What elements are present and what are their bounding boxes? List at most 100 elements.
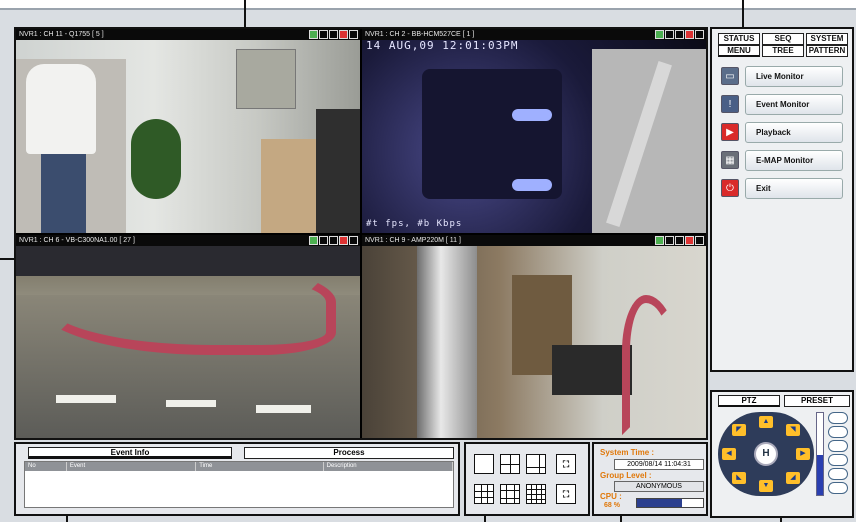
live-monitor-button[interactable]: Live Monitor xyxy=(745,65,843,87)
playback-button[interactable]: Playback xyxy=(745,121,843,143)
menu-item-live-monitor[interactable]: ▭ Live Monitor xyxy=(721,65,847,87)
tab-event-info[interactable]: Event Info xyxy=(28,447,232,459)
pan-down-button[interactable]: ▼ xyxy=(759,480,773,492)
layout-16-button[interactable] xyxy=(526,484,546,504)
cpu-percent-text: 68 % xyxy=(604,502,620,509)
control-panel: STATUS SEQ SYSTEM MENU TREE PATTERN ▭ Li… xyxy=(710,27,854,372)
pan-down-left-button[interactable]: ◣ xyxy=(732,472,746,484)
iris-close-icon[interactable] xyxy=(828,454,848,466)
record-icon[interactable] xyxy=(655,236,664,245)
system-time-value: 2009/08/14 11:04:31 xyxy=(614,459,704,470)
group-level-value: ANONYMOUS xyxy=(614,481,704,492)
exit-button[interactable]: Exit xyxy=(745,177,843,199)
tab-process[interactable]: Process xyxy=(244,447,454,459)
layout-12-button[interactable] xyxy=(500,484,520,504)
pan-left-button[interactable]: ◀ xyxy=(722,448,736,460)
maximize-icon[interactable] xyxy=(695,30,704,39)
focus-near-icon[interactable] xyxy=(828,412,848,424)
tab-preset[interactable]: PRESET xyxy=(784,395,850,407)
iris-open-icon[interactable] xyxy=(828,440,848,452)
monitor-icon: ▭ xyxy=(721,67,739,85)
focus-far-icon[interactable] xyxy=(828,426,848,438)
layout-1-button[interactable] xyxy=(474,454,494,474)
audio-icon[interactable] xyxy=(675,30,684,39)
emap-monitor-button[interactable]: E-MAP Monitor xyxy=(745,149,843,171)
pan-down-right-button[interactable]: ◢ xyxy=(786,472,800,484)
ptz-panel: PTZ PRESET ▲ ▼ ◀ ▶ ◤ ◥ ◣ ◢ H xyxy=(710,390,854,518)
pan-right-button[interactable]: ▶ xyxy=(796,448,810,460)
metal-pole xyxy=(417,246,477,438)
record-icon[interactable] xyxy=(309,30,318,39)
tab-pattern[interactable]: PATTERN xyxy=(806,45,848,57)
column-event: Event xyxy=(67,462,197,471)
record-icon[interactable] xyxy=(655,30,664,39)
maximize-icon[interactable] xyxy=(349,236,358,245)
cable xyxy=(622,295,682,435)
camera-view-2[interactable]: NVR1 : CH 2 - BB-HCM527CE [ 1 ] 14 AUG,0… xyxy=(362,29,706,233)
snapshot-icon[interactable] xyxy=(665,30,674,39)
led-light xyxy=(512,179,552,191)
camera-view-1[interactable]: NVR1 : CH 11 - Q1755 [ 5 ] xyxy=(16,29,360,233)
close-icon[interactable] xyxy=(339,236,348,245)
callout-line xyxy=(742,0,744,30)
cabinet xyxy=(261,139,316,233)
light-reflection xyxy=(56,395,116,403)
snapshot-icon[interactable] xyxy=(665,236,674,245)
tab-ptz[interactable]: PTZ xyxy=(718,395,780,407)
cpu-bar-fill xyxy=(637,499,682,507)
fullscreen-2-button[interactable]: ⛶ xyxy=(556,484,576,504)
tab-tree[interactable]: TREE xyxy=(762,45,804,57)
map-icon: ▦ xyxy=(721,151,739,169)
play-icon: ▶ xyxy=(721,123,739,141)
audio-icon[interactable] xyxy=(329,236,338,245)
event-table-header: No Event Time Description xyxy=(25,462,453,471)
audio-icon[interactable] xyxy=(329,30,338,39)
snapshot-icon[interactable] xyxy=(319,30,328,39)
zoom-slider[interactable] xyxy=(816,412,824,496)
desk xyxy=(552,345,632,395)
layout-6-button[interactable] xyxy=(526,454,546,474)
close-icon[interactable] xyxy=(339,30,348,39)
auto-focus-icon[interactable] xyxy=(828,468,848,480)
person-figure xyxy=(26,64,96,154)
record-icon[interactable] xyxy=(309,236,318,245)
menu-item-emap-monitor[interactable]: ▦ E-MAP Monitor xyxy=(721,149,847,171)
warning-icon: ! xyxy=(721,95,739,113)
camera-controls xyxy=(655,30,704,39)
light-reflection xyxy=(166,400,216,407)
close-icon[interactable] xyxy=(685,30,694,39)
maximize-icon[interactable] xyxy=(349,30,358,39)
wall-box xyxy=(236,49,296,109)
pan-up-right-button[interactable]: ◥ xyxy=(786,424,800,436)
ptz-home-button[interactable]: H xyxy=(754,442,778,466)
osd-bitrate: #t fps, #b Kbps xyxy=(366,219,463,229)
pan-up-left-button[interactable]: ◤ xyxy=(732,424,746,436)
tab-menu[interactable]: MENU xyxy=(718,45,760,57)
camera-view-4[interactable]: NVR1 : CH 9 - AMP220M [ 11 ] xyxy=(362,235,706,438)
camera-view-3[interactable]: NVR1 : CH 6 - VB-C300NA1.00 [ 27 ] xyxy=(16,235,360,438)
osd-timestamp: 14 AUG,09 12:01:03PM xyxy=(366,39,519,52)
settings-icon[interactable] xyxy=(828,482,848,494)
tab-system[interactable]: SYSTEM xyxy=(806,33,848,45)
tab-seq[interactable]: SEQ xyxy=(762,33,804,45)
tab-row-bottom: MENU TREE PATTERN xyxy=(718,45,848,57)
tab-row-top: STATUS SEQ SYSTEM xyxy=(718,33,848,45)
menu-item-playback[interactable]: ▶ Playback xyxy=(721,121,847,143)
layout-4-button[interactable] xyxy=(500,454,520,474)
menu-item-event-monitor[interactable]: ! Event Monitor xyxy=(721,93,847,115)
maximize-icon[interactable] xyxy=(695,236,704,245)
background-wall xyxy=(592,49,706,233)
column-description: Description xyxy=(324,462,453,471)
tab-status[interactable]: STATUS xyxy=(718,33,760,45)
audio-icon[interactable] xyxy=(675,236,684,245)
ptz-joystick: ▲ ▼ ◀ ▶ ◤ ◥ ◣ ◢ H xyxy=(718,412,814,496)
snapshot-icon[interactable] xyxy=(319,236,328,245)
plant xyxy=(131,119,181,199)
column-no: No xyxy=(25,462,67,471)
fullscreen-1-button[interactable]: ⛶ xyxy=(556,454,576,474)
close-icon[interactable] xyxy=(685,236,694,245)
pan-up-button[interactable]: ▲ xyxy=(759,416,773,428)
event-monitor-button[interactable]: Event Monitor xyxy=(745,93,843,115)
menu-item-exit[interactable]: ⏻ Exit xyxy=(721,177,847,199)
layout-9-button[interactable] xyxy=(474,484,494,504)
